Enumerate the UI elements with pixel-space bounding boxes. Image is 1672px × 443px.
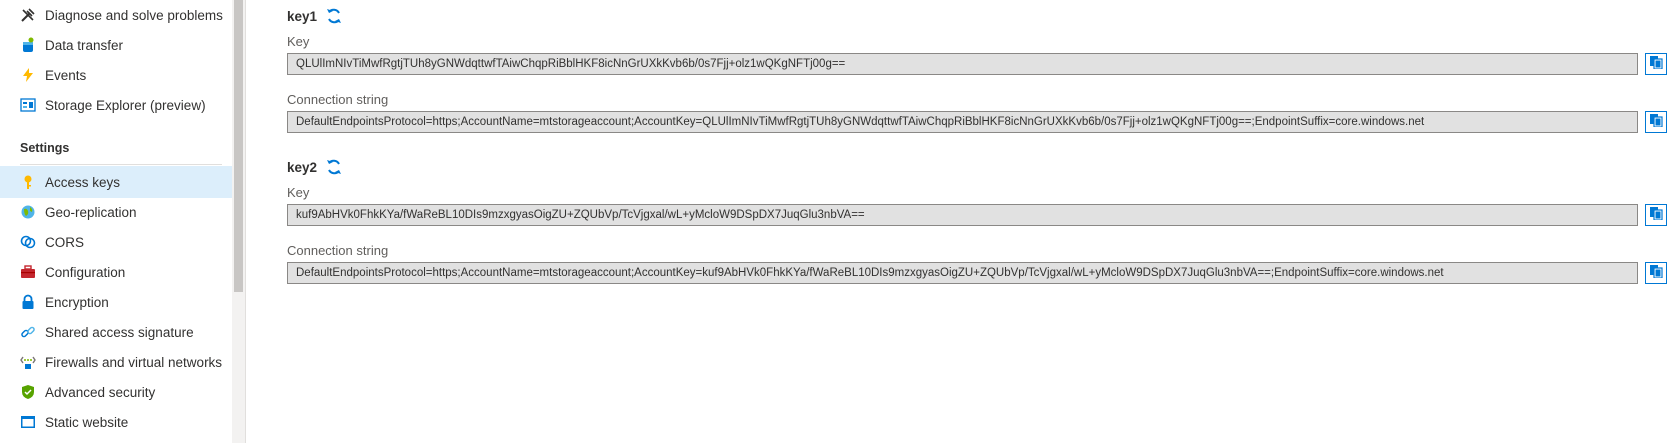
sidebar-item-firewalls[interactable]: Firewalls and virtual networks: [0, 346, 245, 378]
sidebar-item-access-keys[interactable]: Access keys: [0, 166, 245, 198]
key1-key-label: Key: [287, 34, 310, 49]
key1-key-field[interactable]: QLUlImNIvTiMwfRgtjTUh8yGNWdqttwfTAiwChqp…: [287, 53, 1638, 75]
sidebar-scrollbar[interactable]: [232, 0, 245, 443]
cors-icon: [20, 234, 36, 250]
key2-key-label: Key: [287, 185, 310, 200]
network-icon: [20, 354, 36, 370]
sidebar-item-events[interactable]: Events: [0, 59, 245, 91]
wrench-icon: [20, 7, 36, 23]
sidebar-item-label: Events: [45, 67, 87, 83]
sidebar-item-label: Shared access signature: [45, 324, 194, 340]
globe-icon: [20, 204, 36, 220]
key1-connection-string-copy-button[interactable]: [1645, 111, 1667, 133]
key-icon: [20, 174, 36, 190]
scrollbar-thumb[interactable]: [234, 0, 243, 292]
sidebar-item-label: CORS: [45, 234, 85, 250]
sidebar: Diagnose and solve problems Data transfe…: [0, 0, 246, 443]
sidebar-item-shared-access-signature[interactable]: Shared access signature: [0, 316, 245, 348]
key2-connection-string-field[interactable]: DefaultEndpointsProtocol=https;AccountNa…: [287, 262, 1638, 284]
sidebar-item-label: Access keys: [45, 174, 121, 190]
key1-connection-string-label: Connection string: [287, 92, 389, 107]
key1-section-title: key1: [287, 7, 343, 25]
sidebar-item-label: Static website: [45, 414, 129, 430]
sidebar-item-label: Diagnose and solve problems: [45, 7, 223, 23]
sidebar-item-label: Storage Explorer (preview): [45, 97, 206, 113]
lightning-icon: [20, 67, 36, 83]
key2-connection-string-copy-button[interactable]: [1645, 262, 1667, 284]
copy-icon: [1649, 264, 1663, 283]
section-header-settings: Settings: [20, 141, 70, 155]
key2-title: key2: [287, 159, 318, 175]
key2-key-field[interactable]: kuf9AbHVk0FhkKYa/fWaReBL10DIs9mzxgyasOig…: [287, 204, 1638, 226]
sidebar-item-static-website[interactable]: Static website: [0, 406, 245, 438]
data-transfer-icon: [20, 37, 36, 53]
sidebar-item-diagnose[interactable]: Diagnose and solve problems: [0, 0, 245, 31]
sidebar-item-label: Firewalls and virtual networks: [45, 354, 223, 370]
shield-icon: [20, 384, 36, 400]
storage-explorer-icon: [20, 97, 36, 113]
sidebar-item-label: Advanced security: [45, 384, 156, 400]
sidebar-item-label: Geo-replication: [45, 204, 137, 220]
key2-connection-string-label: Connection string: [287, 243, 389, 258]
sidebar-item-label: Configuration: [45, 264, 126, 280]
copy-icon: [1649, 55, 1663, 74]
sidebar-item-encryption[interactable]: Encryption: [0, 286, 245, 318]
copy-icon: [1649, 206, 1663, 225]
sidebar-item-geo-replication[interactable]: Geo-replication: [0, 196, 245, 228]
link-icon: [20, 324, 36, 340]
toolbox-icon: [20, 264, 36, 280]
sidebar-item-label: Data transfer: [45, 37, 124, 53]
app-window: Diagnose and solve problems Data transfe…: [0, 0, 1672, 443]
key1-connection-string-field[interactable]: DefaultEndpointsProtocol=https;AccountNa…: [287, 111, 1638, 133]
key2-key-copy-button[interactable]: [1645, 204, 1667, 226]
website-icon: [20, 414, 36, 430]
sidebar-item-configuration[interactable]: Configuration: [0, 256, 245, 288]
lock-icon: [20, 294, 36, 310]
key2-regenerate-icon[interactable]: [325, 158, 343, 176]
sidebar-item-storage-explorer[interactable]: Storage Explorer (preview): [0, 89, 245, 121]
sidebar-item-label: Encryption: [45, 294, 109, 310]
key2-section-title: key2: [287, 158, 343, 176]
key1-key-copy-button[interactable]: [1645, 53, 1667, 75]
divider: [20, 164, 222, 165]
sidebar-item-advanced-security[interactable]: Advanced security: [0, 376, 245, 408]
sidebar-item-cors[interactable]: CORS: [0, 226, 245, 258]
key1-regenerate-icon[interactable]: [325, 7, 343, 25]
copy-icon: [1649, 113, 1663, 132]
sidebar-item-data-transfer[interactable]: Data transfer: [0, 29, 245, 61]
key1-title: key1: [287, 8, 318, 24]
